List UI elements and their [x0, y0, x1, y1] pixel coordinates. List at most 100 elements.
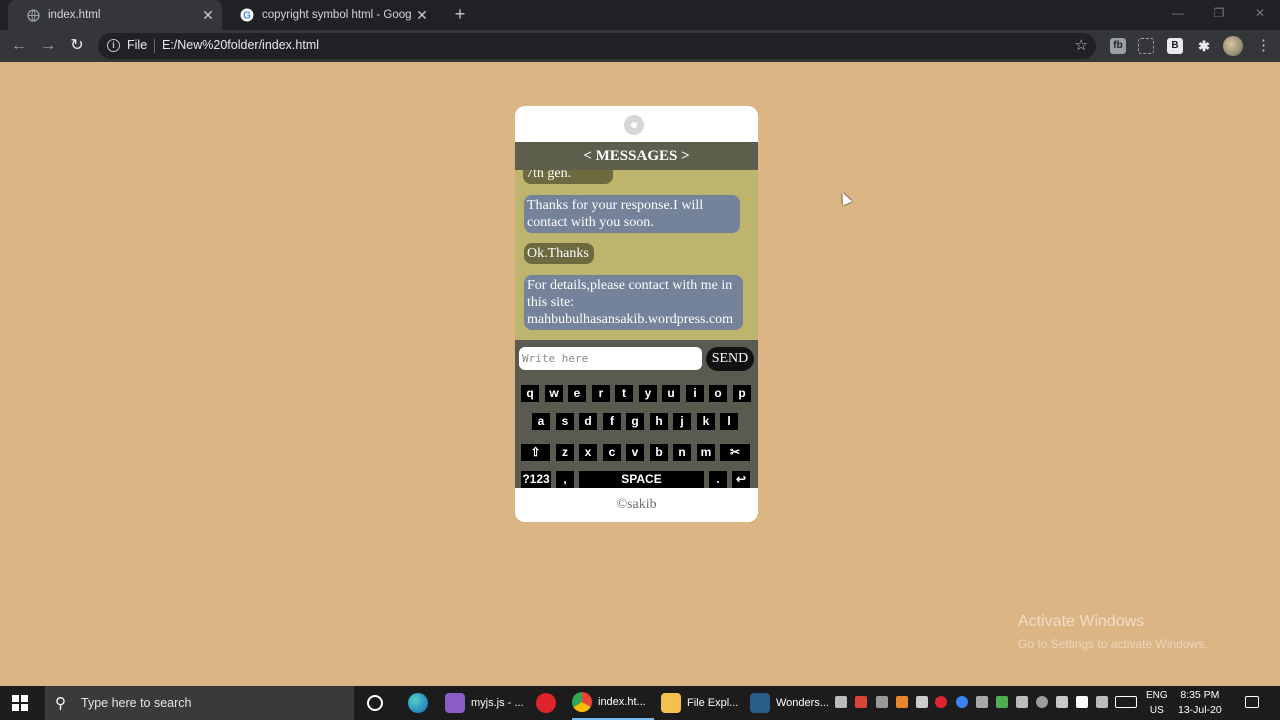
tray-opera-icon[interactable] [935, 696, 947, 708]
windows-taskbar: ⚲ Type here to search myjs.js - ... inde… [0, 686, 1280, 720]
key-e[interactable]: e [568, 385, 586, 402]
browser-toolbar: ← → ↻ i File E:/New%20folder/index.html … [0, 30, 1280, 62]
key-u[interactable]: u [662, 385, 680, 402]
language-indicator[interactable]: ENG US [1146, 688, 1168, 718]
tray-cloud-icon[interactable] [1036, 696, 1048, 708]
reload-icon[interactable]: ↻ [67, 36, 87, 56]
tray-tool-icon[interactable] [896, 696, 908, 708]
forward-arrow-icon[interactable]: → [38, 36, 58, 56]
enter-key-icon[interactable]: ↩ [732, 471, 750, 488]
tab-index-html[interactable]: index.html ✕ [8, 0, 222, 30]
menu-kebab-icon[interactable]: ⋮ [1256, 36, 1271, 56]
key-m[interactable]: m [697, 444, 715, 461]
minimize-button[interactable]: — [1166, 4, 1190, 22]
key-r[interactable]: r [592, 385, 610, 402]
taskbar-opera[interactable] [536, 686, 562, 720]
tray-mail-icon[interactable] [976, 696, 988, 708]
chat-area[interactable]: 7th gen. Thanks for your response.I will… [515, 170, 758, 340]
key-space[interactable]: SPACE [579, 471, 704, 488]
info-icon[interactable]: i [107, 39, 120, 52]
key-n[interactable]: n [673, 444, 691, 461]
restore-button[interactable]: ❐ [1207, 4, 1231, 22]
tray-wifi-icon[interactable] [876, 696, 888, 708]
key-t[interactable]: t [615, 385, 633, 402]
taskbar-app-chrome[interactable]: index.ht... [572, 686, 654, 720]
key-g[interactable]: g [626, 413, 644, 430]
tray-people-icon[interactable] [835, 696, 847, 708]
profile-avatar[interactable] [1223, 36, 1243, 56]
volume-icon[interactable] [1056, 696, 1068, 708]
tray-usb-icon[interactable] [916, 696, 928, 708]
close-window-button[interactable]: ✕ [1248, 4, 1272, 22]
key-a[interactable]: a [532, 413, 550, 430]
tray-battery-icon[interactable] [1016, 696, 1028, 708]
back-arrow-icon[interactable]: ← [9, 36, 29, 56]
chrome-icon [572, 692, 592, 712]
notification-center-icon[interactable] [1245, 696, 1259, 708]
message-bubble-outgoing: Thanks for your response.I will contact … [524, 195, 740, 233]
cortana-icon[interactable] [367, 695, 383, 711]
key-x[interactable]: x [579, 444, 597, 461]
taskbar-app-file-explorer[interactable]: File Expl... [661, 686, 743, 720]
bluetooth-icon[interactable] [956, 696, 968, 708]
key-f[interactable]: f [603, 413, 621, 430]
tab-title: index.html [48, 9, 101, 21]
tray-security-icon[interactable] [1076, 696, 1088, 708]
phone-frame: < MESSAGES > 7th gen. Thanks for your re… [515, 106, 758, 522]
tray-pdf-icon[interactable] [855, 696, 867, 708]
search-placeholder: Type here to search [81, 696, 192, 710]
wondershare-icon [750, 693, 770, 713]
key-o[interactable]: o [709, 385, 727, 402]
taskbar-app-vscode[interactable]: myjs.js - ... [445, 686, 527, 720]
extensions-puzzle-icon[interactable]: ✱ [1196, 38, 1212, 54]
close-icon[interactable]: ✕ [200, 7, 216, 23]
bookmark-star-icon[interactable]: ☆ [1075, 36, 1088, 54]
key-v[interactable]: v [626, 444, 644, 461]
extension-fb-icon[interactable]: fb [1110, 38, 1126, 54]
message-bubble-outgoing: For details,please contact with me in th… [524, 275, 743, 330]
shift-key-icon[interactable]: ⇧ [521, 444, 550, 461]
divider [154, 39, 155, 53]
extension-b-icon[interactable]: B [1167, 38, 1183, 54]
key-d[interactable]: d [579, 413, 597, 430]
scissors-key-icon[interactable]: ✂ [720, 444, 750, 461]
edge-icon [408, 693, 428, 713]
tray-nvidia-icon[interactable] [996, 696, 1008, 708]
key-y[interactable]: y [639, 385, 657, 402]
key-q[interactable]: q [521, 385, 539, 402]
key-i[interactable]: i [686, 385, 704, 402]
file-explorer-icon [661, 693, 681, 713]
extension-screenshot-icon[interactable] [1138, 38, 1154, 54]
taskbar-search-box[interactable]: ⚲ Type here to search [45, 686, 354, 720]
key-k[interactable]: k [697, 413, 715, 430]
windows-start-icon[interactable] [12, 695, 28, 711]
key-s[interactable]: s [556, 413, 574, 430]
taskbar-app-wondershare[interactable]: Wonders... [750, 686, 830, 720]
key-l[interactable]: l [720, 413, 738, 430]
key-b[interactable]: b [650, 444, 668, 461]
tab-google-search[interactable]: G copyright symbol html - Google ✕ [222, 0, 436, 30]
close-icon[interactable]: ✕ [414, 7, 430, 23]
key-p[interactable]: p [733, 385, 751, 402]
mouse-cursor-icon [837, 190, 853, 206]
address-bar[interactable]: i File E:/New%20folder/index.html ☆ [98, 33, 1096, 59]
key-symbols[interactable]: ?123 [521, 471, 551, 488]
key-period[interactable]: . [709, 471, 727, 488]
message-input[interactable] [519, 347, 702, 370]
taskbar-edge[interactable] [408, 686, 434, 720]
network-icon[interactable] [1096, 696, 1108, 708]
key-c[interactable]: c [603, 444, 621, 461]
keyboard-icon[interactable] [1115, 696, 1137, 708]
new-tab-button[interactable]: + [451, 4, 469, 24]
key-j[interactable]: j [673, 413, 691, 430]
send-button[interactable]: SEND [706, 347, 754, 371]
taskbar-clock[interactable]: 8:35 PM 13-Jul-20 [1178, 688, 1222, 718]
key-w[interactable]: w [545, 385, 563, 402]
url-text[interactable]: E:/New%20folder/index.html [162, 38, 319, 52]
activate-windows-watermark: Activate Windows [1018, 613, 1145, 630]
key-z[interactable]: z [556, 444, 574, 461]
taskbar-app-label: File Expl... [687, 697, 739, 709]
key-h[interactable]: h [650, 413, 668, 430]
taskbar-app-label: index.ht... [598, 696, 646, 708]
key-comma[interactable]: , [556, 471, 574, 488]
